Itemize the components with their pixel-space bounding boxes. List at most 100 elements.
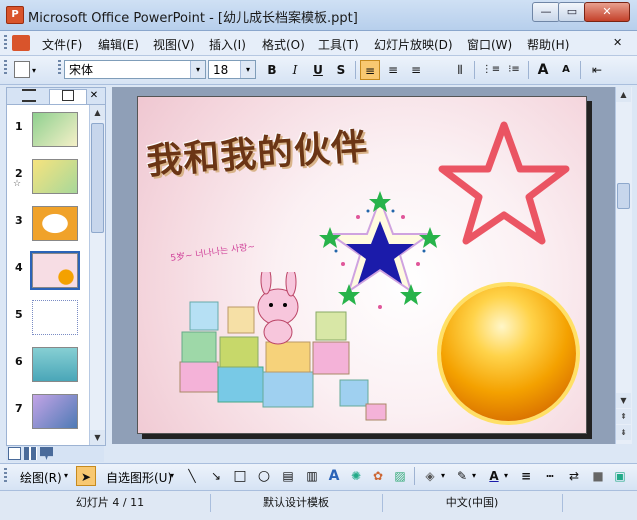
document-close-icon[interactable]: ✕ <box>613 36 622 49</box>
scroll-down-button[interactable]: ▼ <box>90 430 105 445</box>
menu-format[interactable]: 格式(O) <box>262 36 305 53</box>
vertical-textbox-button[interactable]: ▥ <box>302 466 322 486</box>
autoshapes-menu[interactable]: 自选图形(U) <box>106 469 172 486</box>
chevron-down-icon[interactable]: ▾ <box>170 471 174 480</box>
thumbnail-number: 1 <box>15 120 23 133</box>
menu-help[interactable]: 帮助(H) <box>527 36 569 53</box>
slide-thumbnail-6[interactable]: 6 <box>7 345 90 385</box>
font-color-button[interactable]: A <box>484 466 504 486</box>
chevron-down-icon[interactable]: ▾ <box>472 471 476 480</box>
minimize-button[interactable]: — <box>532 2 560 22</box>
numbering-button[interactable]: ⋮≡ <box>481 60 501 80</box>
pane-close-icon[interactable]: ✕ <box>87 89 101 103</box>
toolbar-grip[interactable] <box>4 35 7 51</box>
arrow-button[interactable]: ↘ <box>206 466 226 486</box>
animation-star-icon: ☆ <box>13 179 22 189</box>
wordart-button[interactable]: A <box>324 466 344 486</box>
outline-tab[interactable] <box>9 89 49 103</box>
outline-tab-icon <box>22 89 36 102</box>
select-objects-button[interactable]: ➤ <box>76 466 96 486</box>
slide-sorter-view-icon[interactable] <box>24 447 37 460</box>
normal-view-icon[interactable] <box>8 447 21 460</box>
line-color-button[interactable]: ✎ <box>452 466 472 486</box>
slides-tab[interactable] <box>49 89 87 104</box>
current-slide[interactable]: 我和我的伙伴 5岁~ 너나나는 사랑~ <box>137 96 587 434</box>
document-icon[interactable] <box>12 35 30 51</box>
oval-button[interactable]: ○ <box>254 466 274 486</box>
rectangle-button[interactable]: □ <box>230 466 250 486</box>
bold-button[interactable]: B <box>262 60 282 80</box>
fill-color-button[interactable]: ◈ <box>420 466 440 486</box>
chevron-down-icon[interactable]: ▾ <box>64 471 68 480</box>
powerpoint-app-icon[interactable]: P <box>6 6 24 24</box>
slide-thumbnail-1[interactable]: 1 <box>7 110 90 150</box>
textbox-button[interactable]: ▤ <box>278 466 298 486</box>
outline-star-shape[interactable] <box>434 117 574 247</box>
thumbnail-scrollbar[interactable]: ▲ ▼ <box>89 105 105 445</box>
thumbnail-image <box>32 394 78 429</box>
picture-button[interactable]: ▨ <box>390 466 410 486</box>
draw-menu[interactable]: 绘图(R) <box>20 469 62 486</box>
menu-file[interactable]: 文件(F) <box>42 36 82 53</box>
diagram-button[interactable]: ✺ <box>346 466 366 486</box>
align-right-button[interactable]: ≡ <box>406 60 426 80</box>
distribute-button[interactable]: ⫴ <box>450 60 470 80</box>
drawing-toolbar: 绘图(R) ▾ ➤ 自选图形(U) ▾ ╲ ↘ □ ○ ▤ ▥ A ✺ ✿ ▨ … <box>0 463 637 490</box>
close-button[interactable]: ✕ <box>584 2 630 22</box>
italic-button[interactable]: I <box>285 60 305 80</box>
restore-button[interactable]: ▭ <box>558 2 586 22</box>
new-document-icon[interactable] <box>14 61 30 78</box>
menu-window[interactable]: 窗口(W) <box>467 36 512 53</box>
decrease-indent-button[interactable]: ⇤ <box>587 60 607 80</box>
center-button[interactable]: ≡ <box>383 60 403 80</box>
menu-edit[interactable]: 编辑(E) <box>98 36 139 53</box>
clipart-button[interactable]: ✿ <box>368 466 388 486</box>
shrink-font-button[interactable]: A <box>556 60 576 80</box>
slide-thumbnail-2[interactable]: 2 ☆ <box>7 157 90 197</box>
chevron-down-icon[interactable]: ▾ <box>504 471 508 480</box>
next-slide-button[interactable]: ⇟ <box>616 425 631 440</box>
scrollbar-thumb[interactable] <box>91 123 104 233</box>
underline-button[interactable]: U <box>308 60 328 80</box>
pane-tabs: ✕ <box>7 88 105 105</box>
orange-ball-shape[interactable] <box>441 286 576 421</box>
toolbar-grip[interactable] <box>58 60 61 76</box>
align-left-button[interactable]: ≡ <box>360 60 380 80</box>
slide-thumbnail-3[interactable]: 3 <box>7 204 90 244</box>
shadow-style-button[interactable]: ■ <box>588 466 608 486</box>
slide-scrollbar[interactable]: ▲ ▼ ⇞ ⇟ <box>615 87 632 444</box>
slide-thumbnail-4[interactable]: 4 <box>7 251 90 291</box>
menu-insert[interactable]: 插入(I) <box>209 36 246 53</box>
chevron-down-icon[interactable]: ▾ <box>441 471 445 480</box>
line-style-button[interactable]: ≡ <box>516 466 536 486</box>
font-name-select[interactable]: 宋体 ▾ <box>64 60 206 79</box>
slideshow-view-icon[interactable] <box>40 447 53 460</box>
toolbar-grip[interactable] <box>4 468 7 484</box>
scroll-down-button[interactable]: ▼ <box>616 393 631 408</box>
grow-font-button[interactable]: A <box>533 60 553 80</box>
menu-tools[interactable]: 工具(T) <box>318 36 359 53</box>
shadow-button[interactable]: S <box>331 60 351 80</box>
chevron-down-icon[interactable]: ▾ <box>190 61 205 78</box>
scroll-up-button[interactable]: ▲ <box>616 87 631 102</box>
scroll-up-button[interactable]: ▲ <box>90 105 105 120</box>
font-size-select[interactable]: 18 ▾ <box>208 60 256 79</box>
scrollbar-thumb[interactable] <box>617 183 630 209</box>
arrow-style-button[interactable]: ⇄ <box>564 466 584 486</box>
dash-style-button[interactable]: ┅ <box>540 466 560 486</box>
previous-slide-button[interactable]: ⇞ <box>616 409 631 424</box>
slide-thumbnail-7[interactable]: 7 <box>7 392 90 432</box>
toolbar-grip[interactable] <box>4 60 7 76</box>
3d-style-button[interactable]: ▣ <box>610 466 630 486</box>
menu-view[interactable]: 视图(V) <box>153 36 195 53</box>
chevron-down-icon[interactable]: ▾ <box>240 61 255 78</box>
menu-slideshow[interactable]: 幻灯片放映(D) <box>374 36 453 53</box>
bullets-button[interactable]: ⁝≡ <box>504 60 524 80</box>
thumbnail-image <box>32 206 78 241</box>
chevron-down-icon[interactable]: ▾ <box>32 66 36 75</box>
line-button[interactable]: ╲ <box>182 466 202 486</box>
status-bar: 幻灯片 4 / 11 默认设计模板 中文(中国) <box>0 490 637 520</box>
slide-thumbnail-5[interactable]: 5 <box>7 298 90 338</box>
slide-title[interactable]: 我和我的伙伴 <box>144 117 369 184</box>
bunny-gifts-clipart[interactable] <box>178 272 388 422</box>
